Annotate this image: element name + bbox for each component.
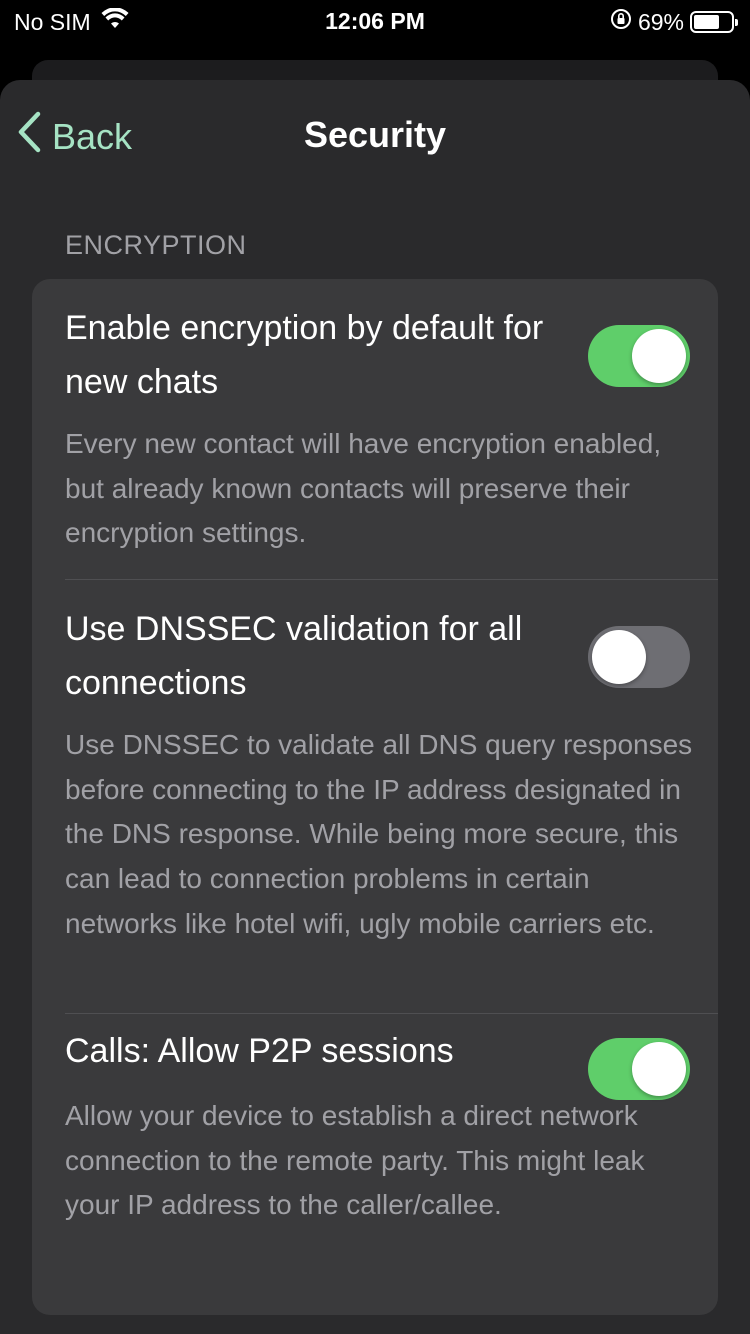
security-sheet: Back Security ENCRYPTION Enable encrypti… xyxy=(0,80,750,1334)
setting-row-default-encryption: Enable encryption by default for new cha… xyxy=(32,279,718,579)
setting-row-p2p-calls: Calls: Allow P2P sessions Allow your dev… xyxy=(32,1014,718,1315)
page-title: Security xyxy=(303,114,447,155)
setting-description: Allow your device to establish a direct … xyxy=(65,1100,645,1221)
battery-fill xyxy=(694,15,719,29)
setting-title: Calls: Allow P2P sessions xyxy=(65,1032,454,1070)
setting-description: Use DNSSEC to validate all DNS query res… xyxy=(65,729,693,939)
default-encryption-toggle[interactable] xyxy=(588,325,690,387)
section-header-encryption: ENCRYPTION xyxy=(65,230,247,260)
p2p-calls-toggle[interactable] xyxy=(588,1038,690,1100)
toggle-knob xyxy=(632,329,686,383)
navigation-bar: Back Security xyxy=(0,80,750,190)
status-bar: No SIM 12:06 PM 69% xyxy=(0,0,750,42)
toggle-knob xyxy=(592,630,646,684)
status-right: 69% xyxy=(610,8,738,36)
setting-description: Every new contact will have encryption e… xyxy=(65,428,662,549)
battery-percent: 69% xyxy=(637,8,684,35)
dnssec-toggle[interactable] xyxy=(588,626,690,688)
orientation-lock-icon xyxy=(610,8,632,36)
battery-icon xyxy=(690,11,738,33)
setting-row-dnssec: Use DNSSEC validation for all connection… xyxy=(32,580,718,1013)
setting-title: Enable encryption by default for new cha… xyxy=(65,309,544,401)
toggle-knob xyxy=(632,1042,686,1096)
setting-title: Use DNSSEC validation for all connection… xyxy=(65,610,523,702)
battery-nub xyxy=(735,19,738,26)
settings-group: Enable encryption by default for new cha… xyxy=(32,279,718,1315)
